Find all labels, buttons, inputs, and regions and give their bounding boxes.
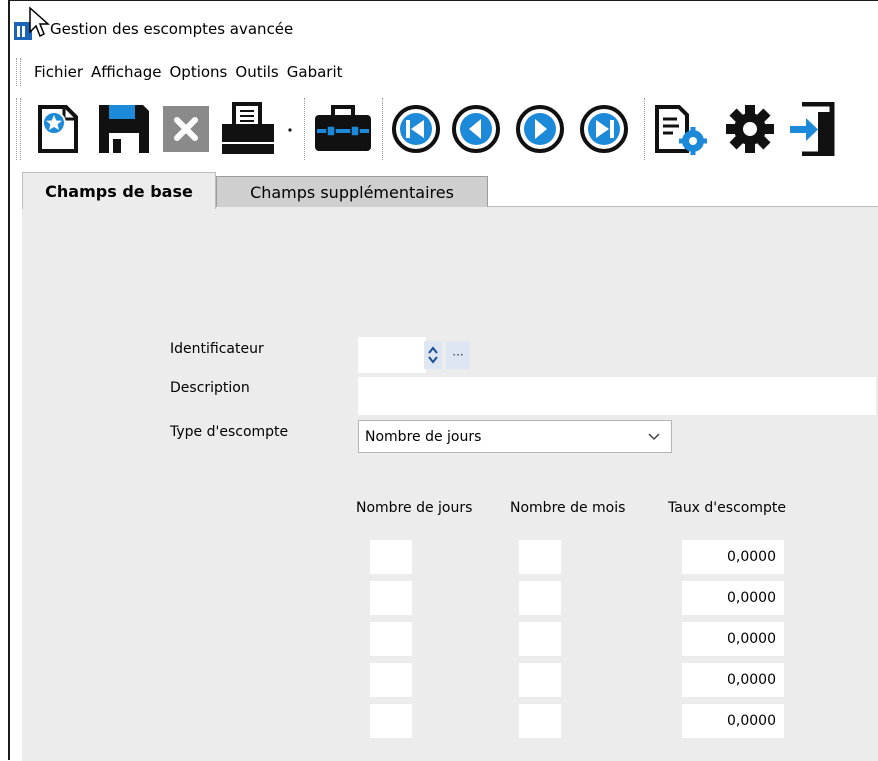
menu-grip (16, 58, 21, 86)
ellipsis-icon: ··· (452, 348, 464, 362)
save-button[interactable] (92, 98, 156, 160)
rate-cell[interactable]: 0,0000 (682, 663, 784, 697)
header-days: Nombre de jours (356, 500, 473, 516)
toolbar-separator (644, 98, 646, 160)
description-label: Description (170, 380, 250, 396)
months-cell[interactable] (519, 663, 561, 697)
settings-button[interactable] (722, 98, 778, 160)
menu-options[interactable]: Options (166, 62, 232, 82)
exit-button[interactable] (786, 98, 838, 160)
window-frame-left (8, 0, 10, 760)
gear-icon (726, 105, 774, 153)
report-settings-button[interactable] (652, 98, 712, 160)
briefcase-icon (315, 105, 371, 151)
toolbar-separator (304, 98, 306, 160)
print-button[interactable] (218, 98, 298, 160)
rate-cell[interactable]: 0,0000 (682, 540, 784, 574)
months-cell[interactable] (519, 540, 561, 574)
mouse-cursor-icon (29, 6, 50, 38)
spinner-up-down-icon (428, 346, 438, 364)
days-cell[interactable] (370, 540, 412, 574)
months-cell[interactable] (519, 581, 561, 615)
toolbar-separator (382, 98, 384, 160)
last-record-icon (580, 105, 628, 153)
report-settings-icon (655, 105, 707, 155)
next-record-button[interactable] (512, 98, 568, 160)
identifier-lookup-button[interactable]: ··· (446, 341, 470, 369)
header-rate: Taux d'escompte (668, 500, 786, 516)
discount-type-label: Type d'escompte (170, 424, 289, 440)
previous-record-icon (452, 105, 500, 153)
save-icon (99, 105, 149, 153)
rate-cell[interactable]: 0,0000 (682, 704, 784, 738)
exit-icon (790, 102, 835, 156)
delete-button[interactable] (162, 98, 210, 160)
identifier-spinner[interactable] (424, 341, 442, 369)
print-icon (222, 102, 292, 154)
identifier-input[interactable] (358, 337, 426, 373)
first-record-icon (392, 105, 440, 153)
days-cell[interactable] (370, 581, 412, 615)
new-record-icon (38, 105, 78, 153)
rate-cell[interactable]: 0,0000 (682, 581, 784, 615)
tab-champs-supplementaires[interactable]: Champs supplémentaires (216, 176, 488, 207)
header-months: Nombre de mois (510, 500, 626, 516)
days-cell[interactable] (370, 622, 412, 656)
months-cell[interactable] (519, 704, 561, 738)
previous-record-button[interactable] (448, 98, 504, 160)
days-cell[interactable] (370, 663, 412, 697)
days-cell[interactable] (370, 704, 412, 738)
new-record-button[interactable] (34, 98, 82, 160)
menu-outils[interactable]: Outils (231, 62, 282, 82)
description-input[interactable] (358, 377, 876, 415)
identifier-label: Identificateur (170, 341, 264, 357)
delete-icon (163, 106, 209, 152)
menu-fichier[interactable]: Fichier (34, 62, 87, 82)
menu-bar: Fichier Affichage Options Outils Gabarit (34, 62, 347, 82)
tab-champs-de-base[interactable]: Champs de base (22, 172, 216, 209)
chevron-down-icon (648, 433, 660, 441)
menu-affichage[interactable]: Affichage (87, 62, 165, 82)
discount-type-select[interactable]: Nombre de jours (358, 420, 672, 453)
window-frame-top (8, 0, 878, 1)
last-record-button[interactable] (576, 98, 632, 160)
toolbar-grip (16, 98, 21, 160)
first-record-button[interactable] (388, 98, 444, 160)
menu-gabarit[interactable]: Gabarit (283, 62, 347, 82)
discount-type-value: Nombre de jours (365, 428, 482, 445)
next-record-icon (516, 105, 564, 153)
rate-cell[interactable]: 0,0000 (682, 622, 784, 656)
briefcase-button[interactable] (312, 98, 374, 160)
window-title: Gestion des escomptes avancée (50, 20, 294, 38)
months-cell[interactable] (519, 622, 561, 656)
